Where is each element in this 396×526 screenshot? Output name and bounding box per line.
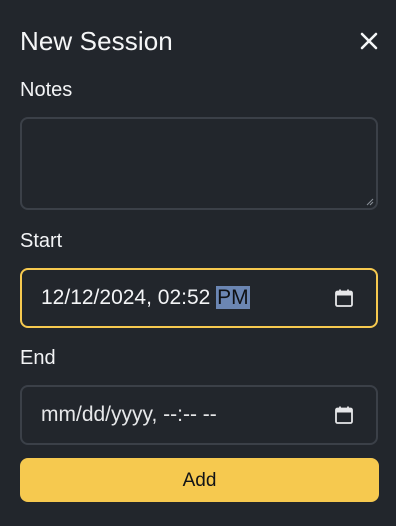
- notes-textarea[interactable]: [20, 117, 378, 210]
- start-datetime-input[interactable]: 12/12/2024, 02:52 PM: [20, 268, 378, 328]
- resize-handle-icon[interactable]: [366, 198, 374, 206]
- start-ampm-selected[interactable]: PM: [216, 286, 250, 309]
- add-button[interactable]: Add: [20, 458, 379, 502]
- end-datetime-input[interactable]: mm/dd/yyyy, --:-- --: [20, 385, 378, 445]
- calendar-icon[interactable]: [334, 288, 354, 308]
- close-icon: [360, 32, 378, 50]
- calendar-icon[interactable]: [334, 405, 354, 425]
- close-button[interactable]: [358, 30, 380, 52]
- start-label: Start: [20, 230, 63, 252]
- end-label: End: [20, 347, 56, 369]
- dialog-title: New Session: [20, 26, 173, 56]
- start-value: 12/12/2024, 02:52 PM: [41, 270, 250, 326]
- notes-label: Notes: [20, 79, 73, 101]
- new-session-dialog: New Session Notes Start 12/12/2024, 02:5…: [0, 0, 396, 526]
- start-value-text: 12/12/2024, 02:52: [41, 286, 217, 309]
- end-placeholder: mm/dd/yyyy, --:-- --: [41, 403, 217, 426]
